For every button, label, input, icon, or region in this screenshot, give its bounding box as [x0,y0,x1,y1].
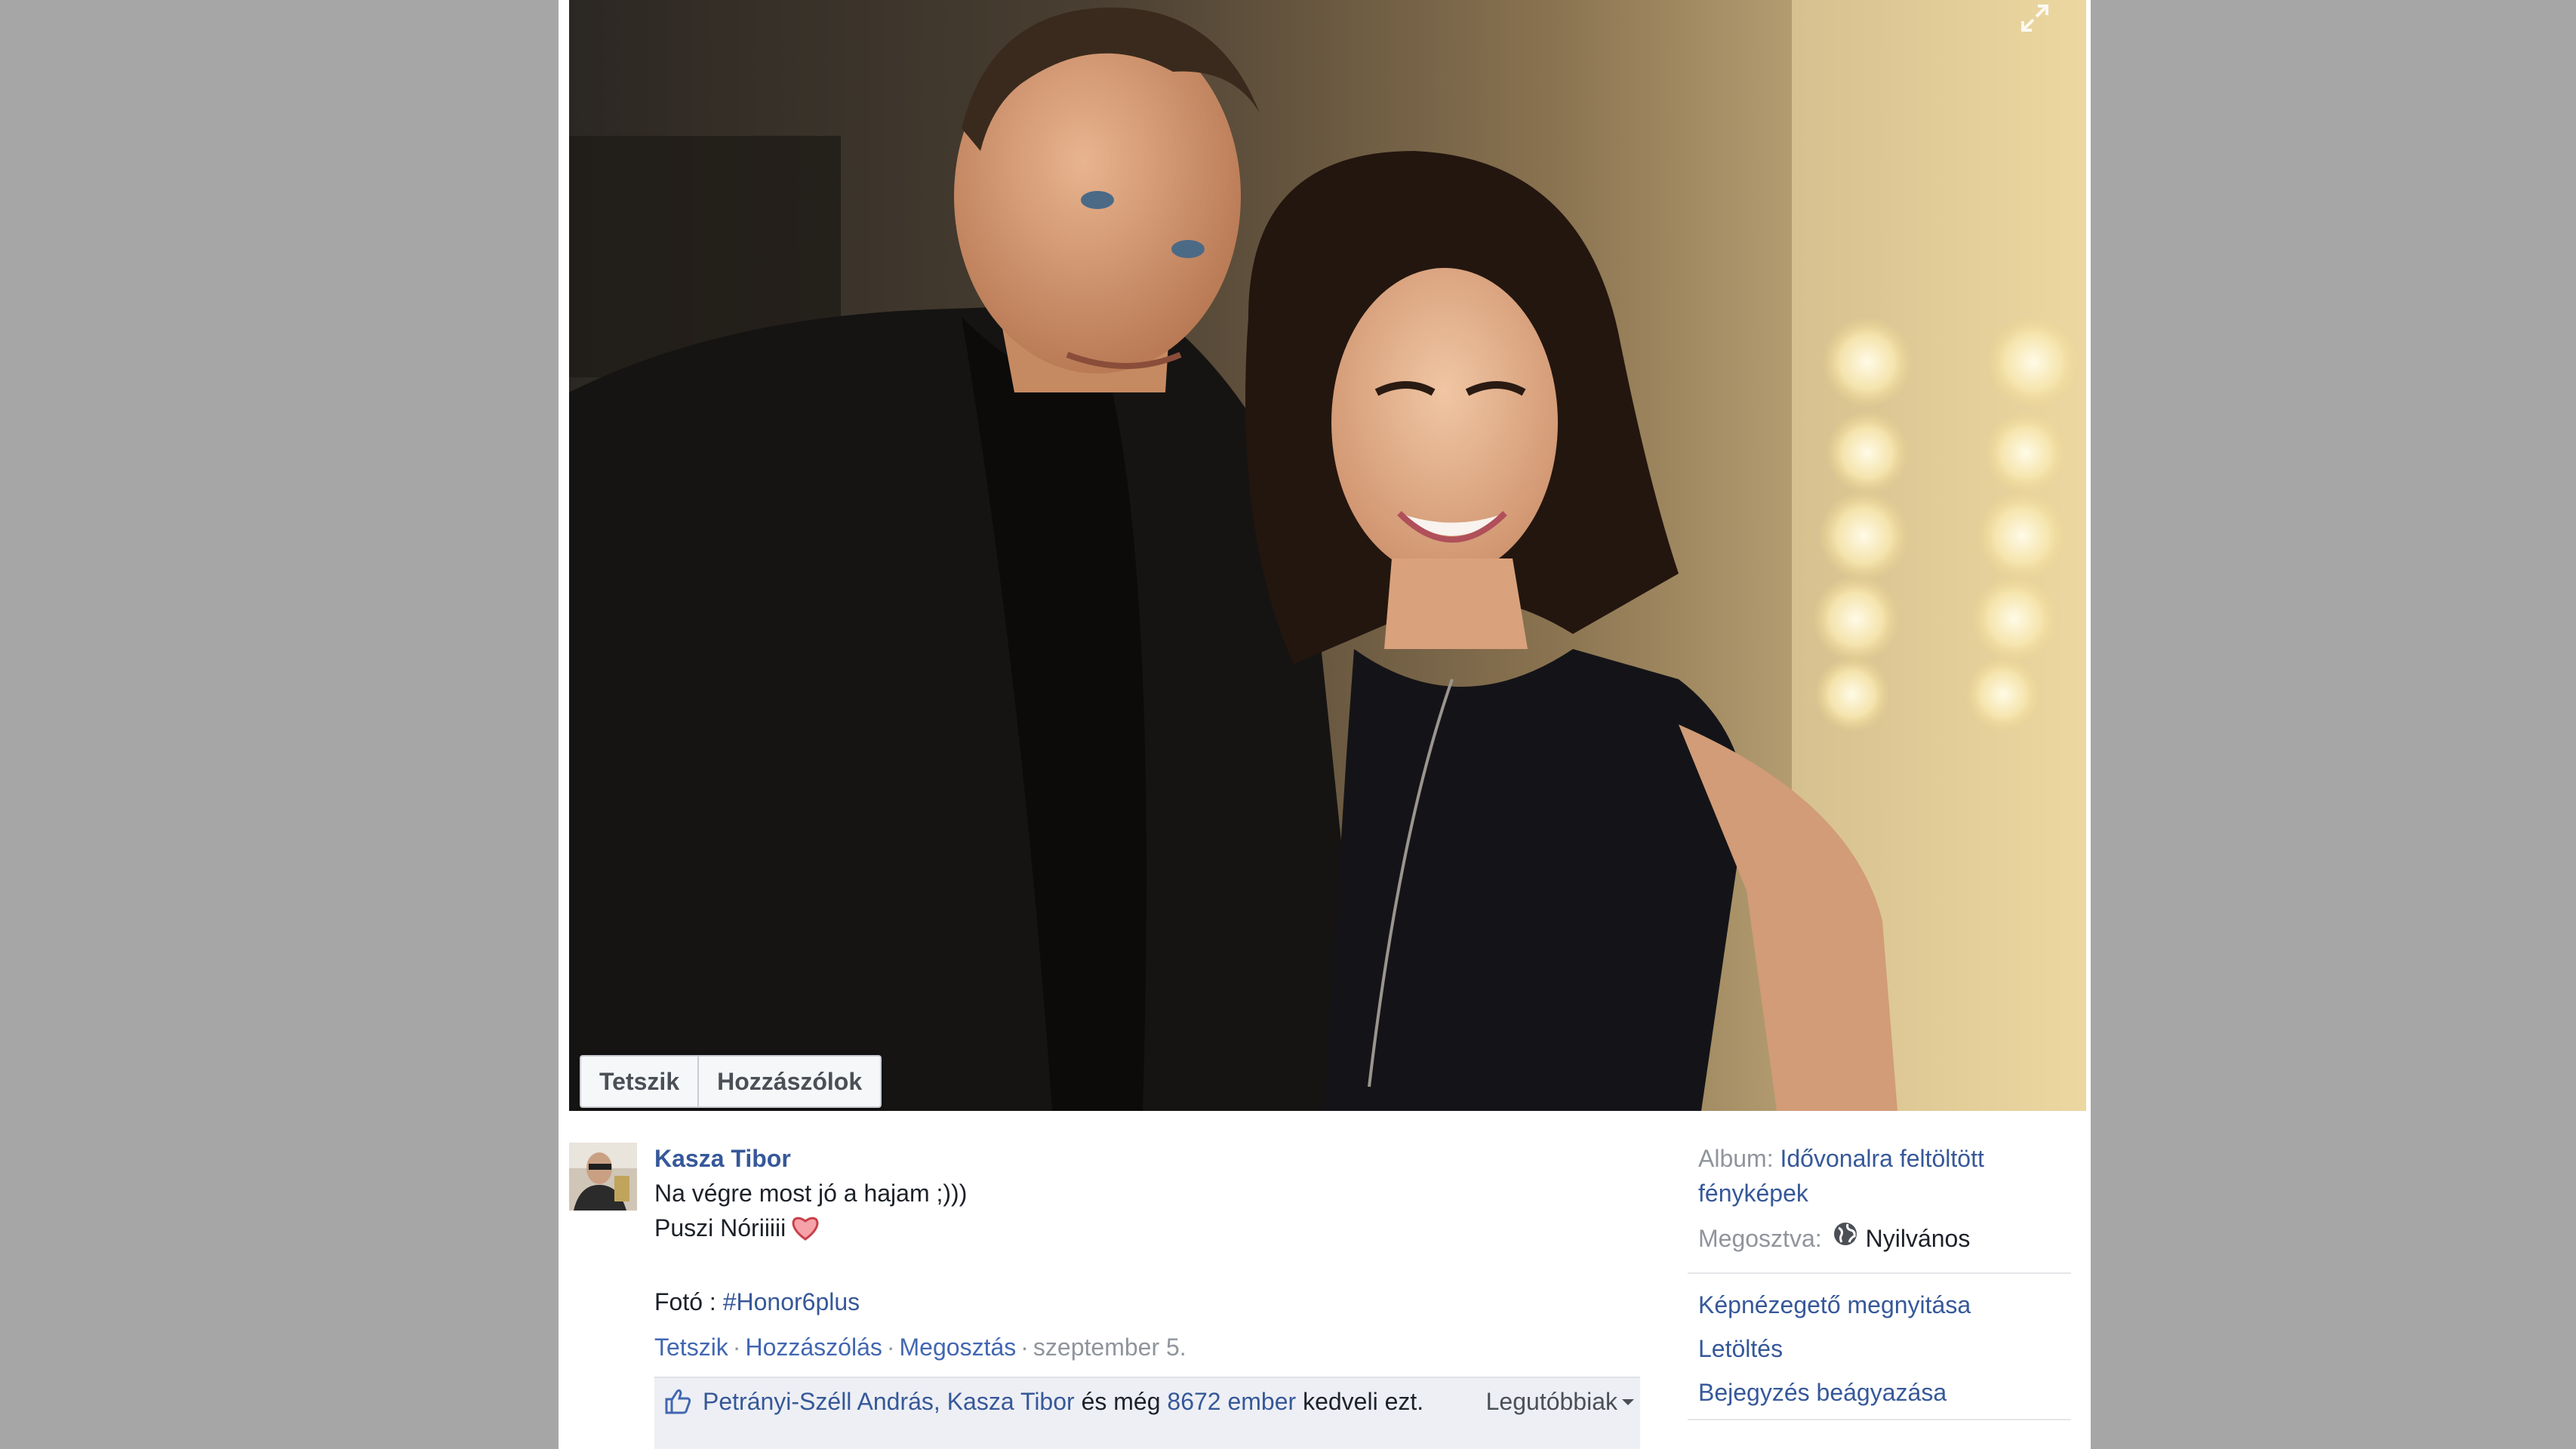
open-photo-viewer-link[interactable]: Képnézegető megnyitása [1698,1287,2060,1322]
photo-viewer: Tetszik Hozzászólok Kasza Tibor Na végre… [559,0,2091,1449]
likes-suffix: kedveli ezt. [1296,1388,1424,1415]
likes-and-more: és még [1074,1388,1168,1415]
shared-label: Megosztva: [1698,1225,1822,1252]
post-date[interactable]: szeptember 5. [1033,1334,1186,1361]
photo-credit-prefix: Fotó : [654,1288,723,1315]
sort-comments-button[interactable]: Legutóbbiak [1486,1384,1634,1419]
likes-box: Petrányi-Széll András, Kasza Tibor és mé… [654,1377,1640,1449]
like-link[interactable]: Tetszik [654,1334,728,1361]
thumbs-up-icon [663,1387,692,1416]
expand-icon[interactable] [2018,2,2051,35]
photo-sidebar: Album: Idővonalra feltöltött fényképek M… [1688,1141,2071,1420]
post-spacer [654,1250,1651,1284]
meta-separator: · [886,1334,895,1361]
photo-action-bar: Tetszik Hozzászólok [580,1055,882,1108]
comment-link[interactable]: Hozzászólás [745,1334,882,1361]
photo-credit: Fotó : #Honor6plus [654,1284,1651,1319]
photo-like-button[interactable]: Tetszik [581,1057,697,1106]
photo[interactable]: Tetszik Hozzászólok [569,0,2086,1111]
divider [1688,1419,2071,1420]
sort-label: Legutóbbiak [1485,1388,1617,1415]
chevron-down-icon [1622,1399,1634,1405]
download-link[interactable]: Letöltés [1698,1331,2060,1366]
hashtag-link[interactable]: #Honor6plus [723,1288,860,1315]
album-label: Album: [1698,1145,1774,1172]
globe-icon [1833,1221,1858,1256]
avatar[interactable] [569,1143,637,1211]
post-text-line-1: Na végre most jó a hajam ;))) [654,1180,968,1207]
post-text-line-2: Puszi Nóriiiii [654,1211,1651,1250]
likers-names[interactable]: Petrányi-Széll András, Kasza Tibor [703,1388,1075,1415]
post-meta: Tetszik · Hozzászólás · Megosztás · szeptember… [654,1330,1651,1364]
share-link[interactable]: Megosztás [900,1334,1017,1361]
photo-comment-button[interactable]: Hozzászólok [697,1057,880,1106]
privacy-row: Megosztva: Nyilvános [1698,1221,2060,1256]
likes-summary: Petrányi-Széll András, Kasza Tibor és mé… [703,1384,1457,1419]
meta-separator: · [1020,1334,1029,1361]
privacy-value[interactable]: Nyilvános [1866,1221,1971,1256]
embed-post-link[interactable]: Bejegyzés beágyazása [1698,1375,2060,1410]
post-text-line-2-text: Puszi Nóriiiii [654,1214,786,1241]
photo-image [569,0,2086,1111]
divider [1688,1272,2071,1274]
album-row: Album: Idővonalra feltöltött fényképek [1698,1141,2060,1211]
heart-icon [790,1214,820,1250]
post-body: Kasza Tibor Na végre most jó a hajam ;))… [654,1141,1651,1449]
meta-separator: · [732,1334,741,1361]
post-author[interactable]: Kasza Tibor [654,1141,1651,1176]
likes-count-link[interactable]: 8672 ember [1167,1388,1296,1415]
